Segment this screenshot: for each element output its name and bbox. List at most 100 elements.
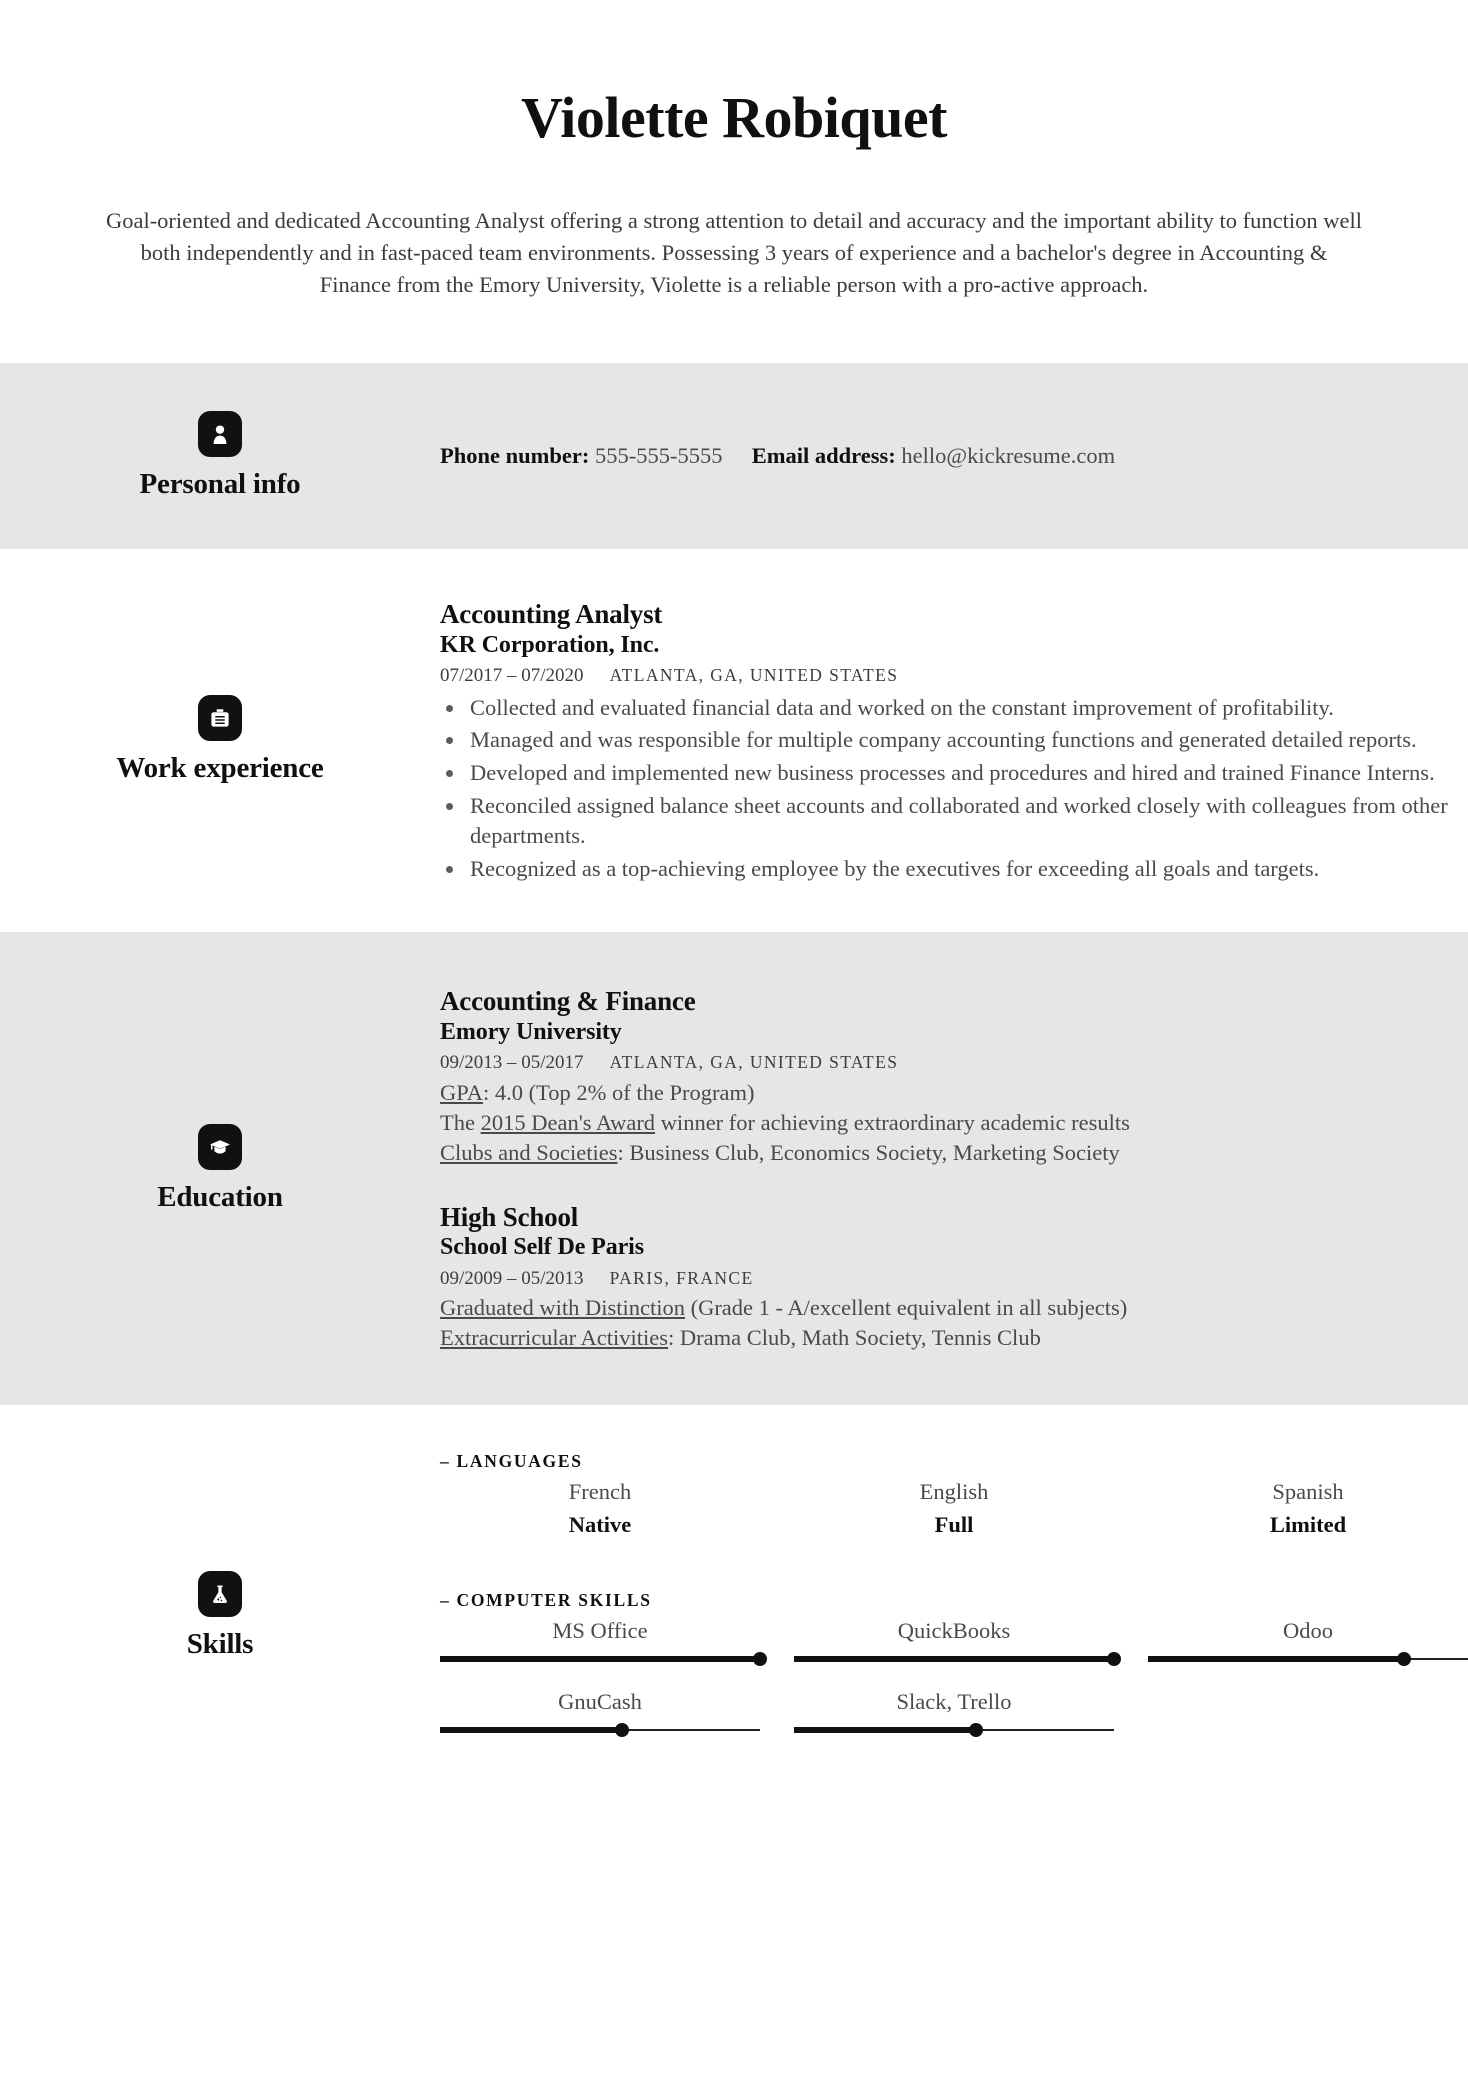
skill-name: GnuCash — [558, 1688, 642, 1714]
email-value[interactable]: hello@kickresume.com — [901, 443, 1115, 468]
education-entry-lines: GPA: 4.0 (Top 2% of the Program) The 2015… — [440, 1078, 1468, 1168]
section-skills-right: – LANGUAGES French Native English Full Spanis… — [440, 1405, 1468, 1827]
contact-row: Phone number: 555-555-5555 Email address… — [440, 365, 1348, 546]
skill-bar[interactable] — [794, 1722, 1114, 1737]
education-entry-location: ATLANTA, GA, UNITED STATES — [609, 1052, 899, 1073]
profile-summary: Goal-oriented and dedicated Accounting A… — [105, 207, 1363, 297]
section-title-skills: Skills — [186, 1628, 254, 1661]
skill-cell: Slack, Trello — [794, 1688, 1114, 1737]
section-personal-info: Personal info Phone number: 555-555-5555… — [0, 362, 1468, 549]
skill-bar-knob[interactable] — [753, 1651, 767, 1666]
education-line-highlight: Graduated with Distinction — [440, 1295, 685, 1321]
skill-bar-knob[interactable] — [615, 1722, 630, 1737]
education-entry: High School School Self De Paris 09/2009 –… — [440, 1202, 1468, 1354]
education-entry-meta: 09/2009 – 05/2013 PARIS, FRANCE — [440, 1266, 1468, 1292]
skill-level: Full — [934, 1512, 974, 1538]
skill-group-list: – LANGUAGES French Native English Full Spanis… — [440, 1451, 1468, 1737]
education-entry-meta: 09/2013 – 05/2017 ATLANTA, GA, UNITED STA… — [440, 1050, 1468, 1076]
section-title-personal-info: Personal info — [139, 467, 301, 500]
skill-bar-fill — [794, 1655, 1114, 1662]
work-entry-bullet: Recognized as a top-achieving employee b… — [440, 854, 1468, 884]
work-entry-bullet: Reconciled assigned balance sheet accoun… — [440, 791, 1468, 851]
section-education: Education Accounting & Finance Emory Univ… — [0, 932, 1468, 1406]
skill-bar-knob[interactable] — [1397, 1651, 1411, 1666]
skill-bar[interactable] — [440, 1651, 767, 1666]
skill-cell: Odoo — [1148, 1617, 1468, 1666]
education-entry-dates: 09/2013 – 05/2017 — [440, 1052, 584, 1074]
section-education-left: Education — [0, 932, 440, 1405]
education-line-highlight: GPA — [440, 1079, 483, 1105]
section-work-experience: Work experience Accounting Analyst KR Cor… — [0, 548, 1468, 933]
education-entry-school: School Self De Paris — [440, 1234, 644, 1261]
work-entry: Accounting Analyst KR Corporation, Inc. 07… — [440, 599, 1468, 884]
education-entry-line: Clubs and Societies: Business Club, Econ… — [440, 1139, 1120, 1165]
briefcase-icon — [198, 695, 242, 742]
work-entry-list: Accounting Analyst KR Corporation, Inc. 07… — [440, 599, 1468, 884]
work-entry-dates: 07/2017 – 07/2020 — [440, 664, 584, 686]
skill-group-title: – LANGUAGES — [440, 1451, 583, 1472]
skill-cell: GnuCash — [440, 1688, 760, 1737]
page-title: Violette Robiquet — [521, 85, 947, 150]
email-label: Email address: — [751, 443, 896, 469]
work-entry-meta: 07/2017 – 07/2020 ATLANTA, GA, UNITED STA… — [440, 663, 1468, 689]
skill-cell: French Native — [440, 1478, 760, 1539]
header-spacer — [0, 301, 1468, 363]
skill-group: – LANGUAGES French Native English Full Spanis… — [440, 1451, 1468, 1539]
skill-cell: MS Office — [440, 1617, 767, 1666]
section-work-experience-left: Work experience — [0, 549, 440, 932]
skill-name: MS Office — [552, 1617, 648, 1643]
skill-bar[interactable] — [440, 1722, 760, 1737]
section-skills-left: Skills — [0, 1405, 440, 1827]
skill-name: Odoo — [1283, 1617, 1333, 1643]
education-entry-title: Accounting & Finance — [440, 986, 696, 1017]
skill-cell: Spanish Limited — [1148, 1478, 1468, 1539]
skill-group: – COMPUTER SKILLS MS Office QuickBooks Odoo… — [440, 1590, 1468, 1737]
graduation-cap-icon — [198, 1123, 242, 1170]
education-line-highlight: Clubs and Societies — [440, 1139, 618, 1165]
skill-bar-fill — [440, 1726, 623, 1733]
skill-bar-knob[interactable] — [969, 1722, 984, 1737]
work-entry-bullets: Collected and evaluated financial data a… — [440, 693, 1468, 885]
education-entry-line: Extracurricular Activities: Drama Club, … — [440, 1325, 1041, 1351]
education-entry-line: GPA: 4.0 (Top 2% of the Program) — [440, 1079, 755, 1105]
skill-bar[interactable] — [794, 1651, 1121, 1666]
education-entry-location: PARIS, FRANCE — [609, 1267, 754, 1288]
skill-grid: MS Office QuickBooks Odoo GnuCash Slack, Tre… — [440, 1617, 1468, 1737]
skill-name: English — [919, 1479, 989, 1505]
skill-name: Slack, Trello — [896, 1688, 1012, 1714]
work-entry-company: KR Corporation, Inc. — [440, 631, 660, 658]
skill-bar-fill — [440, 1655, 760, 1662]
education-line-highlight: Extracurricular Activities — [440, 1325, 669, 1351]
section-skills: Skills – LANGUAGES French Native English Ful… — [0, 1405, 1468, 1827]
education-line-highlight: 2015 Dean's Award — [480, 1109, 656, 1135]
education-entry-list: Accounting & Finance Emory University 09/2… — [440, 986, 1468, 1353]
education-entry-school: Emory University — [440, 1018, 622, 1045]
skill-bar-fill — [1148, 1655, 1404, 1662]
section-title-work-experience: Work experience — [116, 752, 324, 785]
section-personal-info-right: Phone number: 555-555-5555 Email address… — [440, 365, 1468, 546]
skill-name: QuickBooks — [897, 1617, 1011, 1643]
skill-bar-knob[interactable] — [1107, 1651, 1121, 1666]
skill-name: Spanish — [1272, 1479, 1344, 1505]
skill-cell: English Full — [794, 1478, 1114, 1539]
education-entry: Accounting & Finance Emory University 09/2… — [440, 986, 1468, 1168]
work-entry-bullet: Managed and was responsible for multiple… — [440, 725, 1468, 755]
skill-bar-fill — [794, 1726, 977, 1733]
education-entry-lines: Graduated with Distinction (Grade 1 - A/… — [440, 1293, 1468, 1353]
resume-page: Violette Robiquet Goal-oriented and dedi… — [0, 0, 1468, 2077]
skill-grid: French Native English Full Spanish Limited — [440, 1478, 1468, 1539]
phone-value[interactable]: 555-555-5555 — [595, 443, 723, 468]
skill-group-title: – COMPUTER SKILLS — [440, 1589, 652, 1610]
work-entry-location: ATLANTA, GA, UNITED STATES — [609, 664, 899, 685]
section-title-education: Education — [157, 1180, 283, 1213]
education-entry-line: The 2015 Dean's Award winner for achievi… — [440, 1109, 1130, 1135]
skill-cell: QuickBooks — [794, 1617, 1121, 1666]
section-work-experience-right: Accounting Analyst KR Corporation, Inc. 07… — [440, 549, 1468, 932]
skill-level: Limited — [1269, 1512, 1347, 1538]
work-entry-bullet: Collected and evaluated financial data a… — [440, 693, 1468, 723]
skill-name: French — [568, 1479, 632, 1505]
flask-icon — [198, 1571, 242, 1618]
work-entry-title: Accounting Analyst — [440, 598, 663, 629]
skill-bar[interactable] — [1148, 1651, 1468, 1666]
skill-level: Native — [568, 1512, 632, 1538]
